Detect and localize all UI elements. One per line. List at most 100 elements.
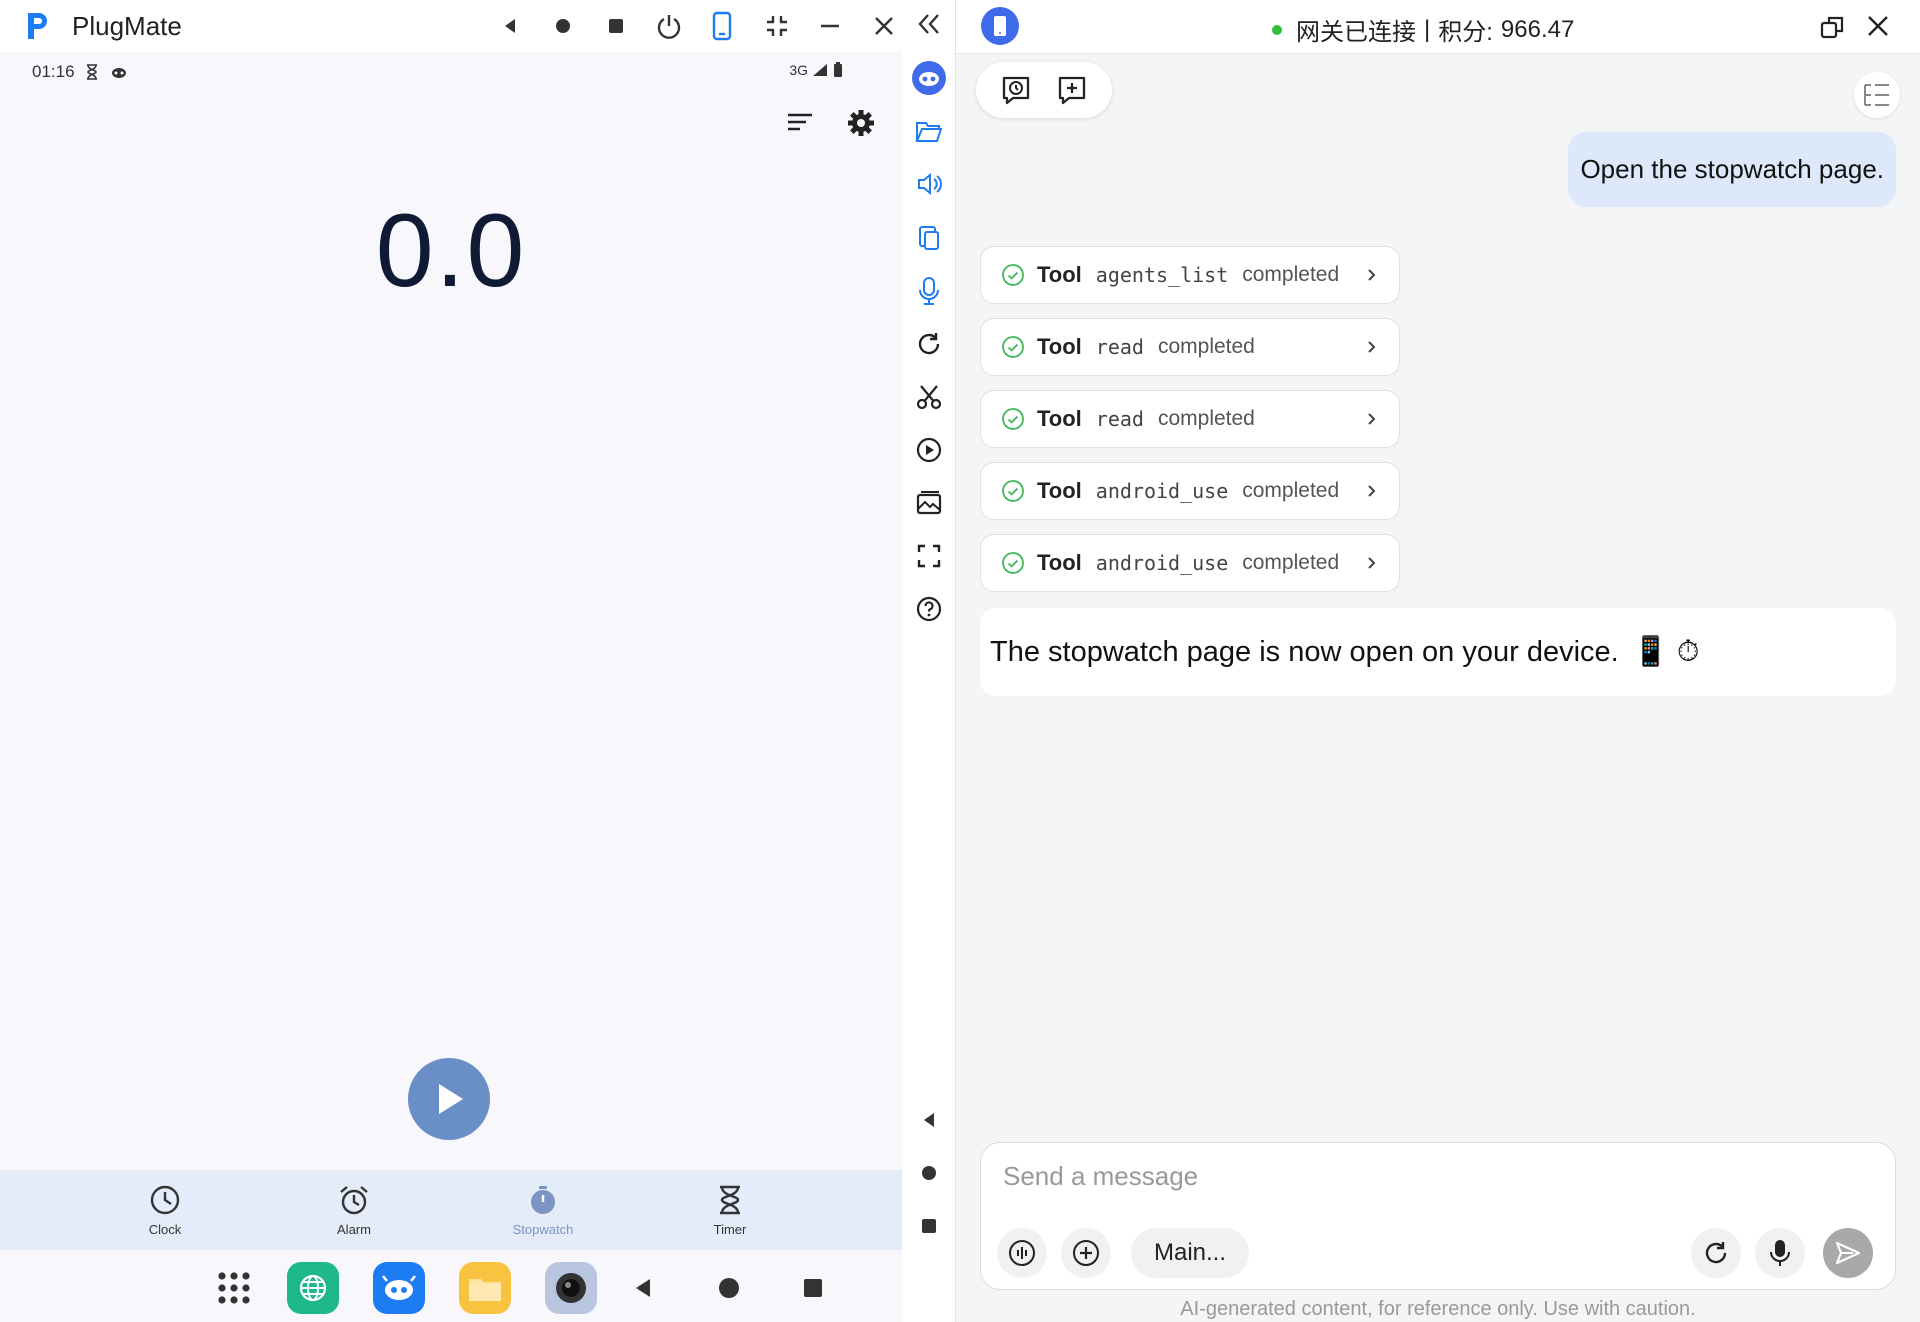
sort-button[interactable] xyxy=(784,108,816,136)
rail-back-button[interactable] xyxy=(902,1100,956,1140)
rotate-device-button[interactable] xyxy=(702,6,742,46)
plus-circle-icon xyxy=(1073,1240,1099,1266)
status-time: 01:16 xyxy=(32,62,75,81)
hourglass-icon xyxy=(720,1185,740,1214)
settings-button[interactable] xyxy=(846,108,876,138)
tool-status: completed xyxy=(1242,551,1340,574)
history-button[interactable] xyxy=(999,73,1033,107)
battery-icon xyxy=(834,62,842,77)
agent-mode-selector[interactable]: Main... xyxy=(1131,1228,1249,1278)
camera-lens-icon xyxy=(556,1273,586,1303)
tool-name: read xyxy=(1095,407,1144,431)
help-button[interactable] xyxy=(902,589,956,629)
record-button[interactable] xyxy=(902,430,956,470)
hourglass-icon xyxy=(86,64,97,80)
fullscreen-button[interactable] xyxy=(902,536,956,576)
popout-icon xyxy=(1820,16,1844,39)
robot-status-icon xyxy=(111,68,126,78)
chat-close-button[interactable] xyxy=(1866,14,1890,38)
app-title: PlugMate xyxy=(72,10,182,41)
device-phone-icon xyxy=(981,7,1019,45)
gallery-button[interactable] xyxy=(902,483,956,523)
redo-icon xyxy=(1705,1242,1727,1264)
nav-home-button[interactable] xyxy=(543,6,583,46)
microphone-icon xyxy=(1770,1240,1790,1266)
camera-app[interactable] xyxy=(545,1262,597,1314)
minimize-button[interactable] xyxy=(810,6,850,46)
message-input[interactable]: Send a message xyxy=(1003,1161,1198,1192)
assistant-message-emoji: 📱 ⏱ xyxy=(1632,636,1700,668)
power-icon xyxy=(657,15,681,39)
tab-clock[interactable]: Clock xyxy=(105,1170,225,1250)
divider: | xyxy=(1424,15,1431,43)
files-app[interactable] xyxy=(459,1262,511,1314)
chevron-right-icon xyxy=(1368,485,1376,497)
microphone-icon xyxy=(919,277,939,305)
history-icon xyxy=(1002,76,1030,105)
collapse-panel-button[interactable] xyxy=(902,4,956,44)
status-right: 3G xyxy=(789,62,844,78)
tab-timer[interactable]: Timer xyxy=(670,1170,790,1250)
app-drawer-button[interactable] xyxy=(208,1262,260,1314)
plugmate-app[interactable] xyxy=(373,1262,425,1314)
rail-recents-button[interactable] xyxy=(902,1206,956,1246)
square-icon xyxy=(609,19,623,33)
send-button[interactable] xyxy=(1823,1228,1873,1278)
help-icon xyxy=(916,596,942,622)
taskbar-dock xyxy=(0,1250,902,1322)
chat-header: 网关已连接 | 积分: 966.47 xyxy=(956,0,1920,54)
assistant-avatar[interactable] xyxy=(902,58,956,98)
rail-home-button[interactable] xyxy=(902,1153,956,1193)
play-icon xyxy=(439,1084,463,1114)
user-message: Open the stopwatch page. xyxy=(1568,132,1896,207)
tool-call-item[interactable]: Tool android_use completed xyxy=(980,462,1400,520)
close-button[interactable] xyxy=(864,6,904,46)
device-badge[interactable] xyxy=(980,6,1020,46)
regenerate-button[interactable] xyxy=(1691,1228,1741,1278)
nav-recents-button[interactable] xyxy=(596,6,636,46)
outline-button[interactable] xyxy=(1854,72,1900,118)
tool-call-item[interactable]: Tool android_use completed xyxy=(980,534,1400,592)
new-chat-button[interactable] xyxy=(1055,73,1089,107)
collapse-screen-button[interactable] xyxy=(757,6,797,46)
gear-icon xyxy=(848,110,874,136)
files-button[interactable] xyxy=(902,111,956,151)
attach-button[interactable] xyxy=(1061,1228,1111,1278)
robot-avatar-icon xyxy=(912,61,946,95)
microphone-button[interactable] xyxy=(902,271,956,311)
clipboard-button[interactable] xyxy=(902,218,956,258)
tool-call-item[interactable]: Tool read completed xyxy=(980,318,1400,376)
voice-input-button[interactable] xyxy=(1755,1228,1805,1278)
refresh-screen-button[interactable] xyxy=(902,324,956,364)
popout-button[interactable] xyxy=(1818,13,1846,41)
triangle-left-icon xyxy=(636,1279,650,1297)
start-button[interactable] xyxy=(408,1058,490,1140)
minus-icon xyxy=(821,24,839,28)
tab-stopwatch[interactable]: Stopwatch xyxy=(483,1170,603,1250)
screenshot-button[interactable] xyxy=(902,377,956,417)
stopwatch-display: 0.0 xyxy=(375,193,527,309)
dock-home-button[interactable] xyxy=(703,1262,755,1314)
dock-recents-button[interactable] xyxy=(787,1262,839,1314)
square-icon xyxy=(804,1279,822,1297)
browser-app[interactable] xyxy=(287,1262,339,1314)
nav-back-button[interactable] xyxy=(490,6,530,46)
voice-mode-button[interactable] xyxy=(997,1228,1047,1278)
chevron-right-icon xyxy=(1368,413,1376,425)
tool-call-item[interactable]: Tool agents_list completed xyxy=(980,246,1400,304)
clock-icon xyxy=(150,1185,180,1214)
tool-call-item[interactable]: Tool read completed xyxy=(980,390,1400,448)
chevron-right-icon xyxy=(1368,341,1376,353)
dock-back-button[interactable] xyxy=(617,1262,669,1314)
apps-grid-icon xyxy=(218,1272,250,1304)
bottom-tab-bar: Clock Alarm Stopwatch Timer xyxy=(0,1170,902,1250)
close-icon xyxy=(1868,16,1888,36)
device-screen[interactable]: 01:16 3G 0.0 Clock Alarm Stopwatch Timer xyxy=(0,52,902,1322)
tab-alarm[interactable]: Alarm xyxy=(294,1170,414,1250)
power-button[interactable] xyxy=(649,6,689,46)
volume-button[interactable] xyxy=(902,164,956,204)
chevron-right-icon xyxy=(1368,557,1376,569)
phone-icon xyxy=(712,11,732,41)
tool-name: read xyxy=(1095,335,1144,359)
close-icon xyxy=(875,17,893,35)
